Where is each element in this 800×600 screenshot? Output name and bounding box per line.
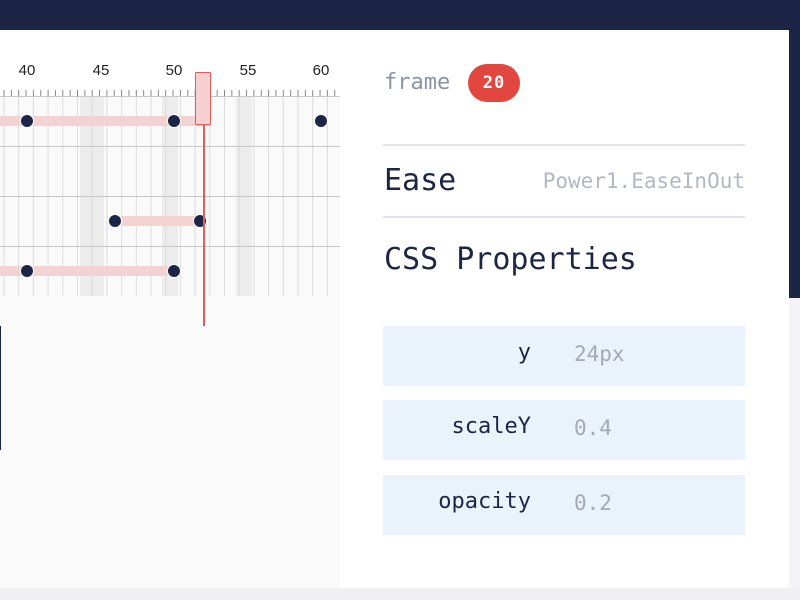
frame-label: frame [384,70,451,95]
property-row-opacity[interactable]: opacity 0.2 [383,475,745,535]
property-name: y [517,340,531,365]
bottom-area [0,588,800,600]
css-properties-title: CSS Properties [384,242,637,277]
property-row-scaley[interactable]: scaleY 0.4 [383,400,745,460]
keyframe-dot[interactable] [167,114,181,128]
keyframe-dot[interactable] [20,114,34,128]
property-row-y[interactable]: y 24px [383,326,745,386]
ruler-label-40: 40 [18,62,36,79]
timeline[interactable]: 40 45 50 55 60 [0,30,340,588]
ruler-label-50: 50 [165,62,183,79]
ruler-label-55: 55 [239,62,257,79]
keyframe-dot[interactable] [193,214,208,228]
timeline-track-2[interactable] [0,146,340,196]
property-value[interactable]: 24px [574,342,625,366]
ruler-ticks [3,90,336,96]
keyframe-dot[interactable] [108,214,123,228]
divider [383,144,745,146]
property-value[interactable]: 0.2 [574,491,612,515]
property-name: opacity [438,489,531,514]
keyframe-dot[interactable] [314,114,328,128]
right-bar [789,0,800,298]
playhead-handle[interactable] [195,72,211,125]
divider [383,216,745,218]
ease-value[interactable]: Power1.EaseInOut [543,169,745,193]
top-bar [0,0,800,30]
timeline-ruler[interactable]: 40 45 50 55 60 [0,30,340,96]
keyframe-dot[interactable] [167,264,181,278]
frame-badge: 20 [468,64,520,102]
property-value[interactable]: 0.4 [574,416,612,440]
ruler-label-60: 60 [312,62,330,79]
keyframe-dot[interactable] [20,264,34,278]
timeline-edge [0,326,1,450]
property-name: scaleY [451,414,531,439]
tween-bar[interactable] [115,216,201,226]
ease-label: Ease [384,163,457,198]
properties-panel: frame 20 Ease Power1.EaseInOut CSS Prope… [340,30,789,588]
ruler-label-45: 45 [92,62,110,79]
